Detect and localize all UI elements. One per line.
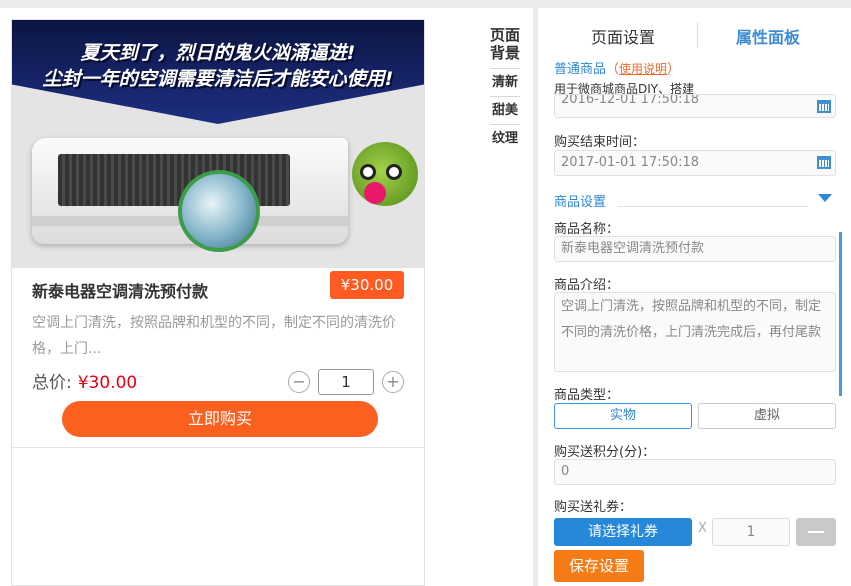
calendar-icon[interactable] <box>817 156 831 169</box>
tab-divider <box>697 22 698 48</box>
panel-scrollbar[interactable] <box>839 232 842 396</box>
goods-intro-label: 商品介绍： <box>554 278 620 293</box>
help-open-paren: （ <box>606 62 620 77</box>
minus-icon[interactable]: − <box>288 371 310 393</box>
kind-option-physical[interactable]: 实物 <box>554 403 692 429</box>
page-background-options: 页面背景 清新 甜美 纹理 <box>490 26 520 150</box>
product-card[interactable]: 夏天到了，烈日的鬼火汹涌逼进! 尘封一年的空调需要清洁后才能安心使用! 新泰电器… <box>11 19 425 586</box>
end-time-field[interactable]: 2017-01-01 17:50:18 <box>554 150 836 176</box>
background-option-sweet[interactable]: 甜美 <box>490 96 520 122</box>
save-settings-button[interactable]: 保存设置 <box>554 550 644 582</box>
goods-kind-label: 商品类型： <box>554 388 620 403</box>
product-card-body: 夏天到了，烈日的鬼火汹涌逼进! 尘封一年的空调需要清洁后才能安心使用! 新泰电器… <box>12 20 424 448</box>
start-time-value: 2016-12-01 17:50:18 <box>561 94 700 107</box>
background-option-texture[interactable]: 纹理 <box>490 124 520 150</box>
points-label: 购买送积分(分)： <box>554 445 656 460</box>
kind-option-virtual[interactable]: 虚拟 <box>698 403 836 429</box>
preview-canvas: 夏天到了，烈日的鬼火汹涌逼进! 尘封一年的空调需要清洁后才能安心使用! 新泰电器… <box>0 8 533 586</box>
end-time-value: 2017-01-01 17:50:18 <box>561 155 700 170</box>
goods-type-name: 普通商品 <box>554 62 607 77</box>
help-close-paren: ） <box>667 62 681 77</box>
germ-eye-left <box>360 164 376 180</box>
germ-nose <box>364 182 386 204</box>
section-divider <box>618 206 808 207</box>
banner-line-1: 夏天到了，烈日的鬼火汹涌逼进! <box>80 42 356 64</box>
points-input[interactable]: 0 <box>554 459 836 485</box>
property-panel: 页面设置 属性面板 普通商品（使用说明） 用于微商城商品DIY、搭建 2016-… <box>538 8 851 586</box>
tab-page-settings[interactable]: 页面设置 <box>591 24 655 48</box>
goods-type-title: 普通商品（使用说明） <box>554 58 680 77</box>
remove-coupon-button[interactable] <box>796 518 836 546</box>
total-label: 总价: <box>32 373 72 393</box>
background-option-fresh[interactable]: 清新 <box>490 68 520 94</box>
magnifier-lens <box>178 170 260 252</box>
panel-tabs: 页面设置 属性面板 <box>538 8 851 50</box>
germ-illustration <box>352 142 418 206</box>
product-description: 空调上门清洗，按照品牌和机型的不同，制定不同的清洗价格，上门... <box>32 315 396 357</box>
goods-intro-textarea[interactable]: 空调上门清洗，按照品牌和机型的不同，制定不同的清洗价格，上门清洗完成后，再付尾款 <box>554 292 836 372</box>
quantity-input[interactable]: 1 <box>318 369 374 395</box>
start-time-field[interactable]: 2016-12-01 17:50:18 <box>554 94 836 118</box>
buy-now-button[interactable]: 立即购买 <box>62 401 378 437</box>
minus-icon <box>808 531 824 533</box>
coupon-multiply-sign: X <box>698 521 707 536</box>
price-badge: ¥30.00 <box>330 271 404 299</box>
goods-name-label: 商品名称： <box>554 222 620 237</box>
banner-line-2: 尘封一年的空调需要清洁后才能安心使用! <box>42 68 394 90</box>
total-value: ¥30.00 <box>77 373 138 393</box>
help-link[interactable]: 使用说明 <box>619 62 667 76</box>
page-background-label: 页面背景 <box>490 26 521 62</box>
end-time-label: 购买结束时间： <box>554 135 646 150</box>
product-banner-image: 夏天到了，烈日的鬼火汹涌逼进! 尘封一年的空调需要清洁后才能安心使用! <box>12 20 424 268</box>
product-title: 新泰电器空调清洗预付款 <box>32 282 209 301</box>
germ-eye-right <box>386 164 402 180</box>
calendar-icon[interactable] <box>817 100 831 113</box>
choose-coupon-button[interactable]: 请选择礼券 <box>554 518 692 546</box>
plus-icon[interactable]: + <box>382 371 404 393</box>
goods-section-title[interactable]: 商品设置 <box>554 191 606 210</box>
tab-property-panel[interactable]: 属性面板 <box>736 24 800 48</box>
goods-name-input[interactable]: 新泰电器空调清洗预付款 <box>554 236 836 262</box>
chevron-down-icon[interactable] <box>818 194 832 202</box>
total-price: 总价: ¥30.00 <box>32 368 137 393</box>
coupon-qty-input[interactable]: 1 <box>712 518 790 546</box>
coupon-label: 购买送礼券： <box>554 500 633 515</box>
